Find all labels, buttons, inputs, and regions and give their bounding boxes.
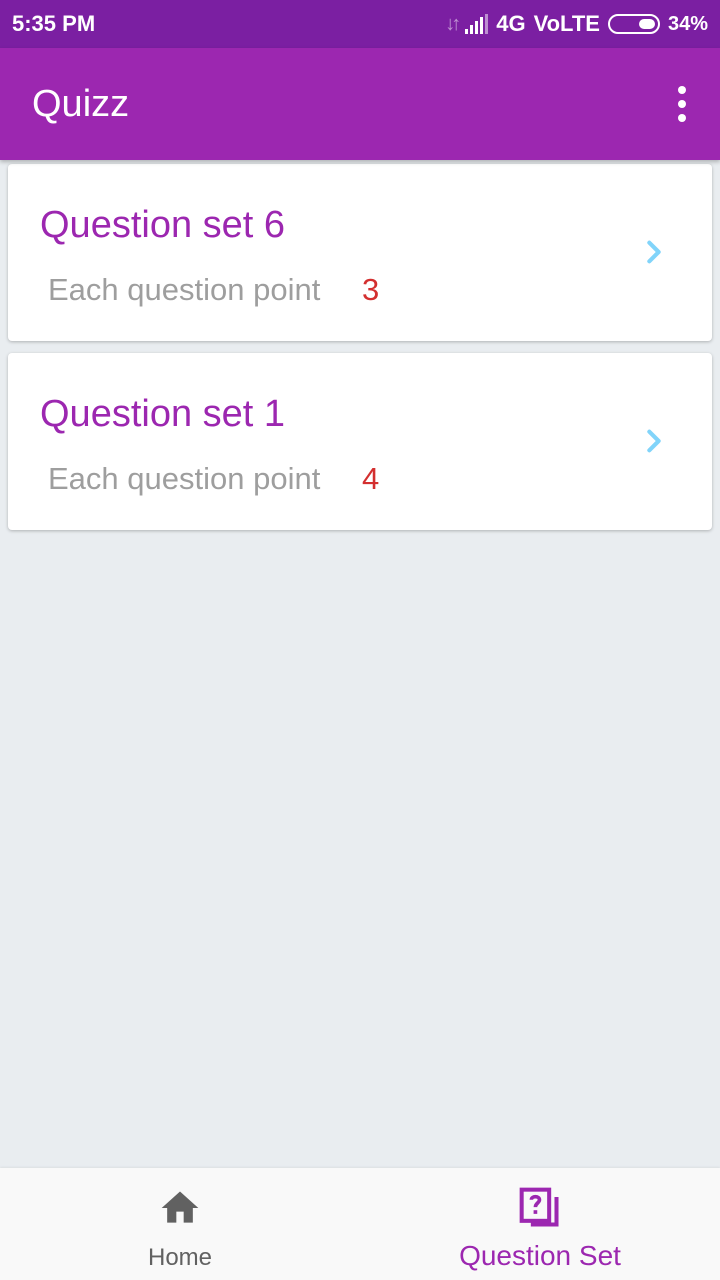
- app-title: Quizz: [32, 82, 130, 125]
- question-point-label: Each question point: [48, 461, 321, 496]
- question-set-icon: [519, 1187, 559, 1227]
- battery-icon: [607, 14, 660, 34]
- status-indicators: ↓↑ 4G VoLTE 34%: [445, 11, 708, 37]
- nav-item-question-set[interactable]: Question Set: [360, 1168, 720, 1280]
- more-vert-icon[interactable]: [672, 80, 692, 128]
- screen: 5:35 PM ↓↑ 4G VoLTE 34% Quizz Question s…: [0, 0, 720, 1280]
- question-set-card[interactable]: Question set 1 Each question point 4: [8, 353, 712, 530]
- chevron-right-icon: [647, 429, 661, 453]
- signal-icon: [465, 14, 489, 34]
- chevron-right-icon: [647, 240, 661, 264]
- nav-item-home[interactable]: Home: [0, 1168, 360, 1280]
- nav-label-question-set: Question Set: [459, 1240, 621, 1271]
- question-set-card[interactable]: Question set 6 Each question point 3: [8, 164, 712, 341]
- home-icon: [161, 1191, 199, 1223]
- question-set-list: Question set 6 Each question point 3 Que…: [8, 164, 712, 542]
- network-type: 4G: [496, 11, 526, 36]
- status-bar: 5:35 PM ↓↑ 4G VoLTE 34%: [0, 0, 720, 48]
- status-time: 5:35 PM: [12, 11, 96, 36]
- question-set-title: Question set 1: [40, 393, 286, 435]
- app-bar: Quizz: [0, 48, 720, 160]
- question-point-value: 4: [362, 461, 380, 496]
- question-point-value: 3: [362, 272, 380, 307]
- question-set-title: Question set 6: [40, 204, 286, 246]
- bottom-navigation: Home Question Set: [0, 1168, 720, 1280]
- nav-label-home: Home: [147, 1244, 213, 1271]
- battery-level: 34%: [667, 12, 708, 35]
- data-activity-icon: ↓↑: [445, 12, 461, 35]
- question-point-label: Each question point: [48, 272, 321, 307]
- volte-label: VoLTE: [533, 11, 600, 36]
